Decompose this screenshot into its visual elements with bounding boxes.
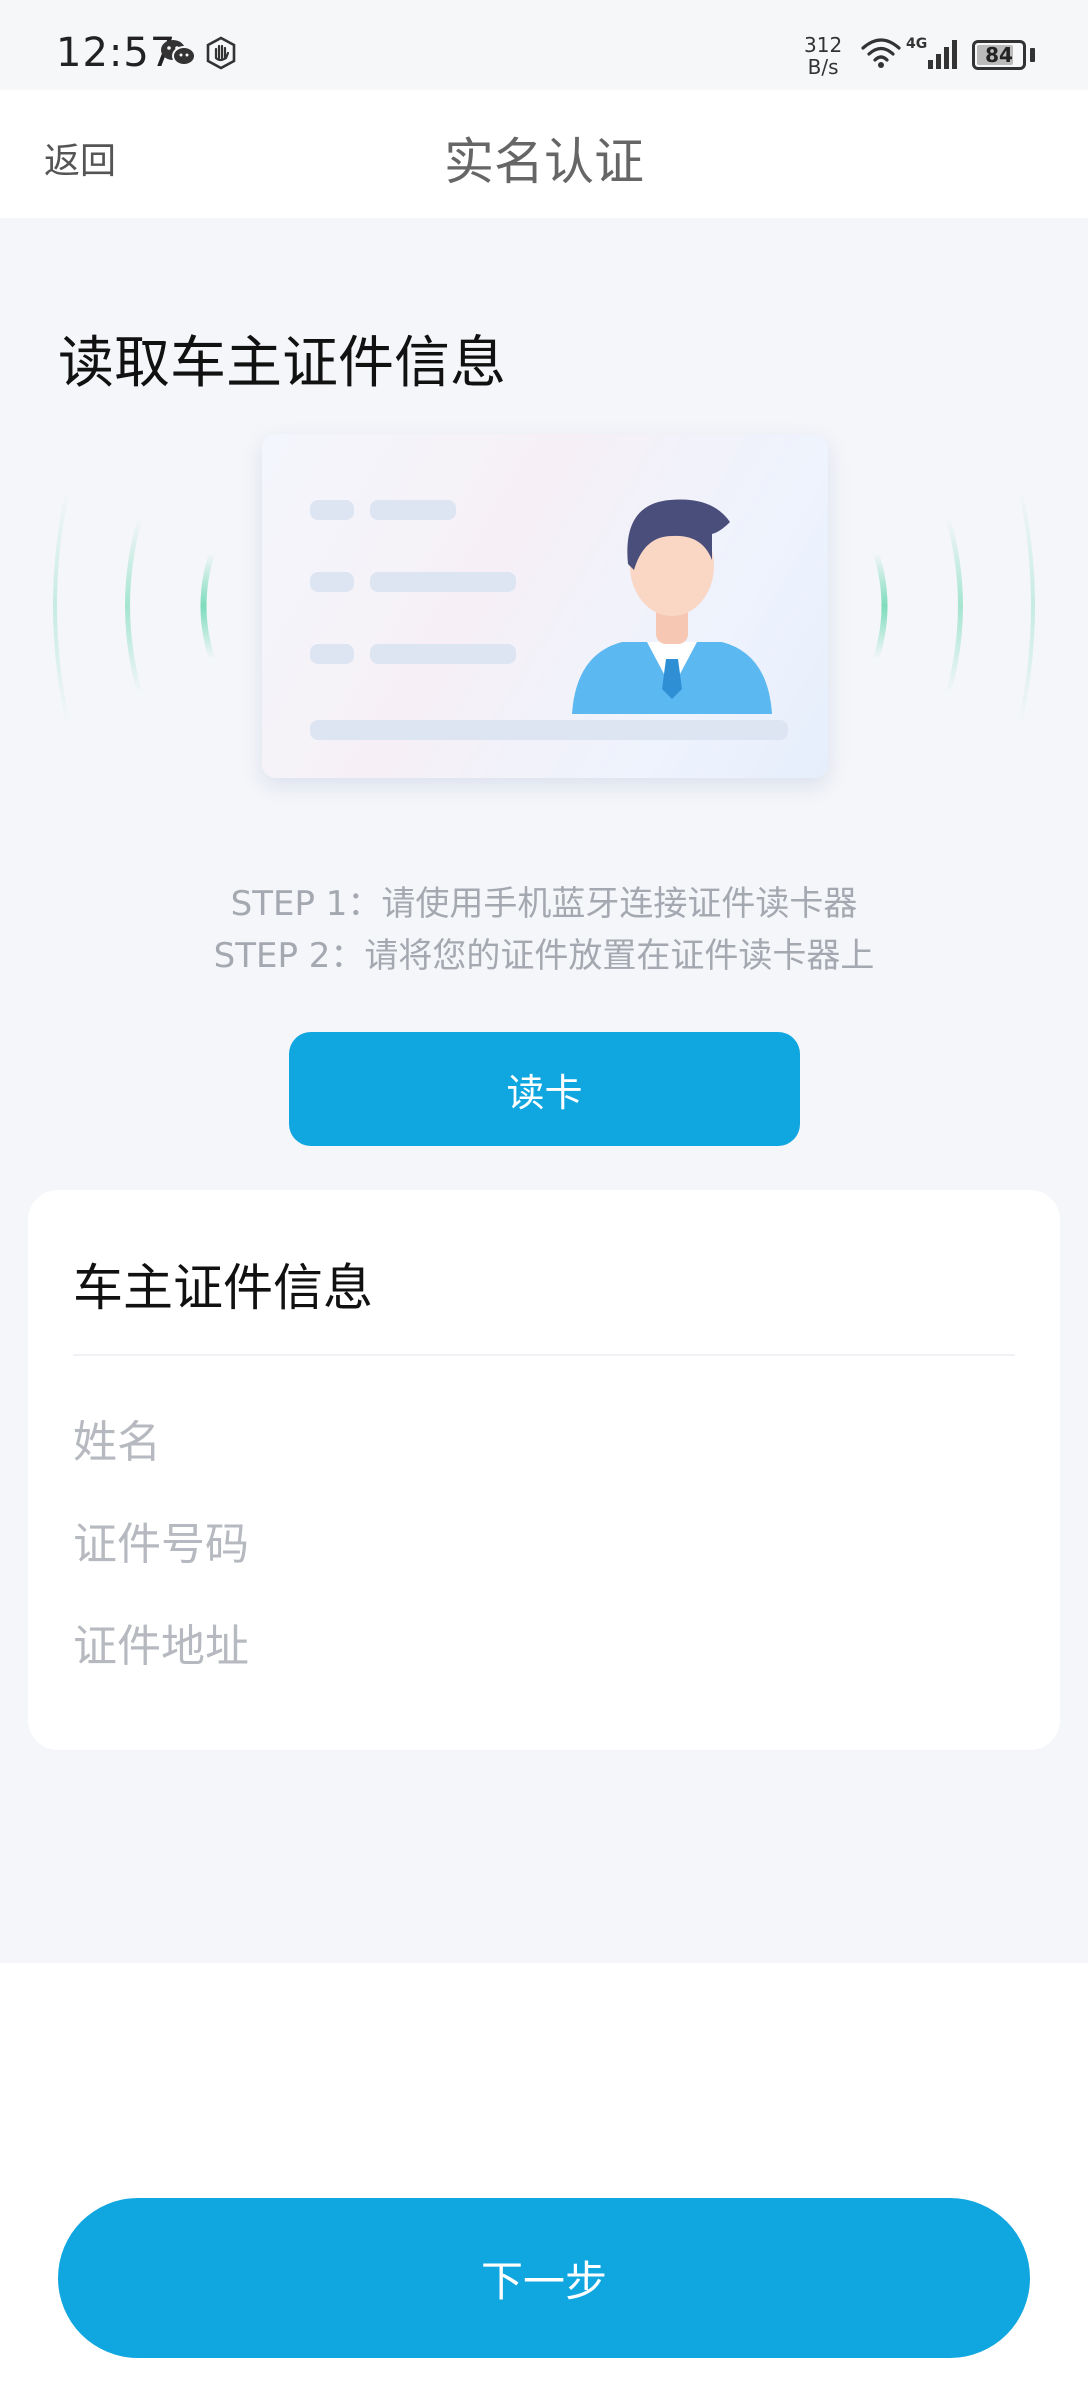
back-button[interactable]: 返回	[44, 132, 116, 184]
network-type: 4G	[906, 36, 928, 52]
owner-id-info-card: 车主证件信息 姓名 证件号码 证件地址	[28, 1190, 1060, 1750]
id-address-field[interactable]: 证件地址	[73, 1610, 249, 1674]
hand-icon	[204, 36, 238, 74]
main-content: 读取车主证件信息 STEP 1：请使用手机蓝牙连接证件读卡器 STEP 2：请将…	[0, 218, 1088, 1963]
battery-level: 84	[985, 43, 1013, 67]
id-card-image	[262, 434, 828, 778]
step-1-text: STEP 1：请使用手机蓝牙连接证件读卡器	[230, 884, 858, 924]
card-line	[370, 572, 516, 592]
avatar-icon	[572, 499, 772, 714]
status-bar: 12:57 312 B/s 4G 84	[0, 0, 1088, 90]
card-line	[310, 572, 354, 592]
read-card-button[interactable]: 读卡	[289, 1032, 800, 1146]
battery-tip	[1030, 48, 1035, 62]
card-line	[370, 644, 516, 664]
divider	[73, 1354, 1015, 1356]
name-field[interactable]: 姓名	[73, 1406, 161, 1470]
page-title: 实名认证	[444, 133, 644, 191]
wifi-icon	[860, 36, 902, 74]
section-title: 读取车主证件信息	[58, 331, 506, 396]
nav-bar: 实名认证 返回	[0, 90, 1088, 218]
signal-icon	[926, 38, 962, 74]
info-card-title: 车主证件信息	[73, 1259, 373, 1317]
next-step-button[interactable]: 下一步	[58, 2198, 1030, 2358]
card-line	[310, 720, 788, 740]
card-line	[310, 500, 354, 520]
card-line	[310, 644, 354, 664]
id-card-illustration	[50, 418, 1038, 818]
instructions: STEP 1：请使用手机蓝牙连接证件读卡器 STEP 2：请将您的证件放置在证件…	[0, 878, 1088, 982]
wechat-icon	[160, 38, 196, 72]
battery-icon: 84	[972, 40, 1026, 70]
card-line	[370, 500, 456, 520]
status-time: 12:57	[56, 30, 177, 76]
step-2-text: STEP 2：请将您的证件放置在证件读卡器上	[213, 936, 875, 976]
net-speed: 312 B/s	[804, 34, 842, 78]
net-speed-value: 312	[804, 33, 843, 57]
id-number-field[interactable]: 证件号码	[73, 1508, 249, 1572]
net-speed-unit: B/s	[807, 55, 839, 79]
